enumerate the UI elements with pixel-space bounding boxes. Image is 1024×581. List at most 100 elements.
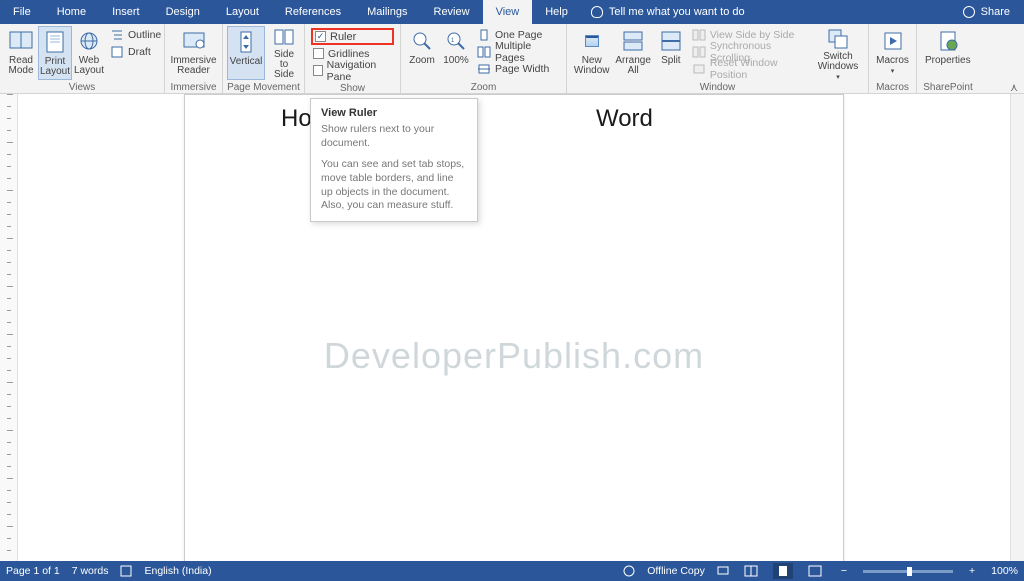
vertical-label: Vertical [230, 57, 263, 67]
properties-icon [935, 28, 961, 54]
tab-mailings[interactable]: Mailings [354, 0, 420, 24]
zoom-icon [409, 28, 435, 54]
tooltip-title: View Ruler [321, 107, 467, 119]
read-mode-label: ReadMode [8, 56, 33, 76]
web-layout-view-button[interactable] [805, 563, 825, 579]
macros-label: Macros ▾ [876, 56, 909, 77]
group-immersive: ImmersiveReader Immersive [165, 24, 223, 93]
immersive-reader-icon [181, 28, 207, 54]
tab-layout[interactable]: Layout [213, 0, 272, 24]
status-page[interactable]: Page 1 of 1 [6, 565, 60, 577]
immersive-reader-label: ImmersiveReader [170, 56, 216, 76]
group-macros: Macros ▾ Macros [869, 24, 917, 93]
group-window: NewWindow ArrangeAll Split View Side by … [567, 24, 869, 93]
reset-position-button: Reset Window Position [690, 60, 812, 77]
draft-label: Draft [128, 46, 151, 58]
print-layout-icon [42, 29, 68, 55]
one-page-icon [477, 29, 491, 41]
side-by-side-icon [692, 29, 706, 41]
print-layout-button[interactable]: PrintLayout [38, 26, 72, 80]
arrange-all-label: ArrangeAll [615, 56, 651, 76]
tell-me-search[interactable]: Tell me what you want to do [581, 0, 755, 24]
tabs-bar: File Home Insert Design Layout Reference… [0, 0, 1024, 24]
zoom-slider[interactable] [863, 570, 953, 573]
group-views: ReadMode PrintLayout WebLayout Outline D… [0, 24, 165, 93]
gridlines-checkbox[interactable] [313, 48, 324, 59]
multiple-pages-icon [477, 46, 491, 58]
ruler-checkbox[interactable]: ✓ [315, 31, 326, 42]
bulb-icon [591, 6, 603, 18]
read-mode-view-button[interactable] [741, 563, 761, 579]
reset-position-label: Reset Window Position [710, 57, 810, 81]
web-layout-label: WebLayout [74, 56, 104, 76]
collapse-ribbon-icon[interactable]: ⋏ [1010, 81, 1018, 94]
share-icon [963, 6, 975, 18]
ruler-label: Ruler [330, 31, 356, 43]
vertical-icon [233, 29, 259, 55]
spellcheck-icon[interactable] [120, 565, 132, 577]
draft-button[interactable]: Draft [108, 43, 163, 60]
ribbon: ReadMode PrintLayout WebLayout Outline D… [0, 24, 1024, 94]
macros-button[interactable]: Macros ▾ [873, 26, 912, 80]
zoom-percentage[interactable]: 100% [991, 565, 1018, 577]
split-button[interactable]: Split [654, 26, 688, 80]
status-words[interactable]: 7 words [72, 565, 109, 577]
group-page-movement: Vertical Sideto Side Page Movement [223, 24, 305, 93]
split-icon [658, 28, 684, 54]
zoom-100-label: 100% [443, 56, 469, 66]
document-page[interactable]: How____________________Word DeveloperPub… [184, 94, 844, 561]
tooltip-subtitle: Show rulers next to your document. [321, 123, 467, 150]
navigation-pane-checkbox[interactable] [313, 65, 323, 76]
switch-windows-button[interactable]: SwitchWindows ▾ [812, 26, 864, 80]
status-offline[interactable]: Offline Copy [647, 565, 705, 577]
properties-button[interactable]: Properties [921, 26, 975, 80]
reset-position-icon [692, 63, 706, 75]
side-to-side-label: Sideto Side [269, 50, 299, 80]
new-window-button[interactable]: NewWindow [571, 26, 612, 80]
tab-home[interactable]: Home [44, 0, 99, 24]
vertical-scrollbar[interactable] [1010, 94, 1024, 561]
ruler-checkbox-container[interactable]: ✓ Ruler [311, 28, 394, 45]
zoom-100-button[interactable]: 1 100% [439, 26, 473, 80]
status-bar: Page 1 of 1 7 words English (India) Offl… [0, 561, 1024, 581]
share-label: Share [981, 6, 1010, 18]
tab-file[interactable]: File [0, 0, 44, 24]
tab-references[interactable]: References [272, 0, 354, 24]
vertical-button[interactable]: Vertical [227, 26, 265, 80]
share-button[interactable]: Share [949, 0, 1024, 24]
outline-button[interactable]: Outline [108, 26, 163, 43]
navigation-pane-checkbox-row[interactable]: Navigation Pane [311, 62, 394, 79]
side-to-side-button[interactable]: Sideto Side [265, 26, 303, 80]
read-mode-button[interactable]: ReadMode [4, 26, 38, 80]
status-language[interactable]: English (India) [144, 565, 211, 577]
print-layout-view-button[interactable] [773, 563, 793, 579]
zoom-label: Zoom [409, 56, 435, 66]
tab-view[interactable]: View [483, 0, 533, 24]
web-layout-button[interactable]: WebLayout [72, 26, 106, 80]
split-label: Split [661, 56, 680, 66]
tooltip-body: You can see and set tab stops, move tabl… [321, 158, 467, 213]
tab-review[interactable]: Review [421, 0, 483, 24]
display-settings-icon[interactable] [717, 565, 729, 577]
vertical-ruler[interactable] [0, 94, 18, 561]
tab-help[interactable]: Help [532, 0, 581, 24]
tab-insert[interactable]: Insert [99, 0, 153, 24]
zoom-button[interactable]: Zoom [405, 26, 439, 80]
zoom-out-button[interactable]: − [837, 565, 851, 577]
arrange-all-button[interactable]: ArrangeAll [612, 26, 653, 80]
new-window-icon [579, 28, 605, 54]
arrange-all-icon [620, 28, 646, 54]
outline-label: Outline [128, 29, 161, 41]
tab-design[interactable]: Design [153, 0, 213, 24]
web-layout-icon [76, 28, 102, 54]
group-zoom: Zoom 1 100% One Page Multiple Pages Page… [401, 24, 567, 93]
page-container: How____________________Word DeveloperPub… [18, 94, 1010, 561]
page-width-icon [477, 63, 491, 75]
outline-icon [110, 29, 124, 41]
zoom-in-button[interactable]: + [965, 565, 979, 577]
immersive-reader-button[interactable]: ImmersiveReader [169, 26, 218, 80]
multiple-pages-button[interactable]: Multiple Pages [475, 43, 562, 60]
page-width-button[interactable]: Page Width [475, 60, 562, 77]
draft-icon [110, 46, 124, 58]
read-mode-icon [8, 28, 34, 54]
